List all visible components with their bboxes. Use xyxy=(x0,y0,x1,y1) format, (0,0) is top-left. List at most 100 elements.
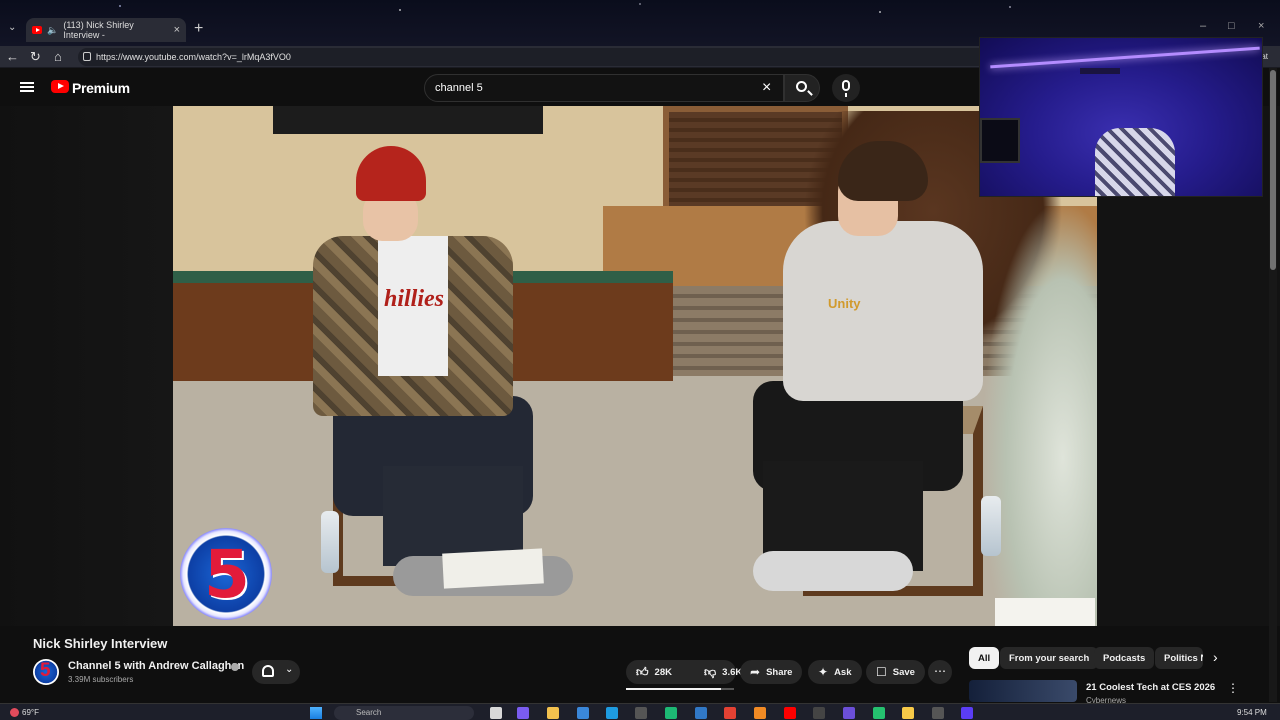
recommended-more-icon[interactable]: ⋮ xyxy=(1227,681,1239,695)
webcam-ceiling-fan xyxy=(1080,68,1120,74)
app-icon-d[interactable] xyxy=(754,707,766,719)
like-ratio-fill xyxy=(626,688,722,690)
weather-icon[interactable] xyxy=(10,708,19,717)
chevron-down-icon: ⌄ xyxy=(285,664,294,675)
copilot-icon[interactable] xyxy=(517,707,529,719)
scene-person-right: Unity xyxy=(753,141,983,611)
chip-from-your-search[interactable]: From your search xyxy=(1000,647,1099,669)
app-icon-i[interactable] xyxy=(932,707,944,719)
new-tab-button[interactable]: + xyxy=(194,20,203,38)
save-label: Save xyxy=(892,666,915,678)
app-icon-a[interactable] xyxy=(635,707,647,719)
recommended-video-thumbnail[interactable] xyxy=(969,680,1077,702)
chevron-right-icon[interactable]: › xyxy=(1213,649,1218,665)
home-icon[interactable]: ⌂ xyxy=(54,49,62,64)
task-view-icon[interactable] xyxy=(490,707,502,719)
person-left-shirt: hillies xyxy=(378,236,448,376)
scene-person-left: hillies xyxy=(313,146,573,606)
youtube-app-icon[interactable] xyxy=(784,707,796,719)
webcam-overlay xyxy=(979,37,1263,197)
thumbs-up-icon: 👍︎ xyxy=(636,664,649,679)
app-icon-c[interactable] xyxy=(695,707,707,719)
channel-name[interactable]: Channel 5 with Andrew Callaghan xyxy=(68,660,244,672)
search-input[interactable]: channel 5 xyxy=(424,74,784,102)
voice-search-button[interactable] xyxy=(832,74,860,102)
like-count: 28K xyxy=(654,666,672,678)
thumbs-down-icon: 👎︎ xyxy=(703,664,717,679)
video-letterbox-left xyxy=(0,106,173,626)
webcam-monitor xyxy=(980,118,1020,163)
like-ratio-bar xyxy=(626,688,734,690)
store-icon[interactable] xyxy=(577,707,589,719)
shirt-lettering: hillies xyxy=(384,286,445,312)
search-button[interactable] xyxy=(784,74,820,102)
clear-search-icon[interactable]: × xyxy=(762,79,771,97)
scrollbar-thumb[interactable] xyxy=(1270,70,1276,270)
channel-5-watermark-text: 5 xyxy=(204,536,250,613)
chip-all[interactable]: All xyxy=(969,647,1000,669)
share-label: Share xyxy=(766,666,793,678)
tab-close-icon[interactable]: × xyxy=(174,24,180,36)
video-title: Nick Shirley Interview xyxy=(33,636,168,651)
like-button[interactable]: 👍︎ 28K xyxy=(626,660,682,684)
microphone-icon xyxy=(842,80,850,91)
share-button[interactable]: ➦ Share xyxy=(740,660,803,684)
site-info-icon[interactable] xyxy=(83,52,91,61)
weather-temperature[interactable]: 69°F xyxy=(22,708,39,717)
person-left-beanie xyxy=(356,146,426,201)
subscriber-count: 3.39M subscribers xyxy=(68,675,134,684)
minimize-icon[interactable]: – xyxy=(1200,20,1206,32)
app-icon-b[interactable] xyxy=(665,707,677,719)
maximize-icon[interactable]: □ xyxy=(1228,20,1235,32)
app-icon-j[interactable] xyxy=(961,707,973,719)
windows-start-icon[interactable] xyxy=(310,707,322,719)
bell-icon xyxy=(262,665,274,677)
app-icon-h[interactable] xyxy=(902,707,914,719)
scene-water-bottle-left xyxy=(321,511,339,573)
taskbar-clock[interactable]: 9:54 PM xyxy=(1237,708,1267,717)
browser-tab-active[interactable]: 🔈 (113) Nick Shirley Interview - × xyxy=(26,18,186,42)
window-close-icon[interactable]: × xyxy=(1258,20,1264,32)
ask-button[interactable]: ✦ Ask xyxy=(808,660,862,684)
reload-icon[interactable]: ↻ xyxy=(30,49,41,65)
scene-paper-right xyxy=(995,598,1095,626)
microphone-stand xyxy=(845,93,847,97)
youtube-favicon-icon xyxy=(32,26,43,34)
recommended-video-title[interactable]: 21 Coolest Tech at CES 2026 xyxy=(1086,682,1215,693)
tab-list-chevron-icon[interactable]: ⌄ xyxy=(8,22,16,33)
search-input-value: channel 5 xyxy=(435,82,483,94)
menu-icon[interactable] xyxy=(20,82,34,92)
more-actions-button[interactable]: ⋯ xyxy=(928,660,952,684)
video-frame[interactable]: hillies Unity xyxy=(173,106,1097,626)
url-text: https://www.youtube.com/watch?v=_lrMqA3f… xyxy=(96,52,291,62)
app-icon-e[interactable] xyxy=(813,707,825,719)
channel-avatar[interactable]: 5 xyxy=(33,659,59,685)
bookmark-icon: ☐ xyxy=(876,665,887,679)
page-scrollbar[interactable] xyxy=(1269,68,1277,702)
app-icon-g[interactable] xyxy=(873,707,885,719)
notifications-button[interactable]: ⌄ xyxy=(252,660,300,684)
share-icon: ➦ xyxy=(750,665,761,679)
channel-5-watermark-logo: 5 xyxy=(180,528,272,620)
chrome-icon[interactable] xyxy=(724,707,736,719)
verified-badge-icon xyxy=(231,663,239,671)
speaker-icon[interactable]: 🔈 xyxy=(47,25,58,36)
person-right-hoodie: Unity xyxy=(783,221,983,401)
youtube-premium-wordmark[interactable]: Premium xyxy=(72,80,130,96)
edge-icon[interactable] xyxy=(606,707,618,719)
file-explorer-icon[interactable] xyxy=(547,707,559,719)
youtube-logo-icon[interactable] xyxy=(51,80,69,93)
webcam-led-strip xyxy=(990,46,1260,69)
back-arrow-icon[interactable]: ← xyxy=(6,49,19,64)
sparkle-icon: ✦ xyxy=(818,665,829,679)
chip-politics[interactable]: Politics N xyxy=(1155,647,1203,669)
hoodie-lettering: Unity xyxy=(828,296,861,311)
scene-water-bottle-right xyxy=(981,496,1001,556)
channel-avatar-text: 5 xyxy=(40,660,51,681)
person-right-hair xyxy=(838,141,928,201)
taskbar-search-input[interactable]: Search xyxy=(334,706,474,720)
scene-tv xyxy=(273,106,543,134)
save-button[interactable]: ☐ Save xyxy=(866,660,925,684)
app-icon-f[interactable] xyxy=(843,707,855,719)
chip-podcasts[interactable]: Podcasts xyxy=(1094,647,1155,669)
